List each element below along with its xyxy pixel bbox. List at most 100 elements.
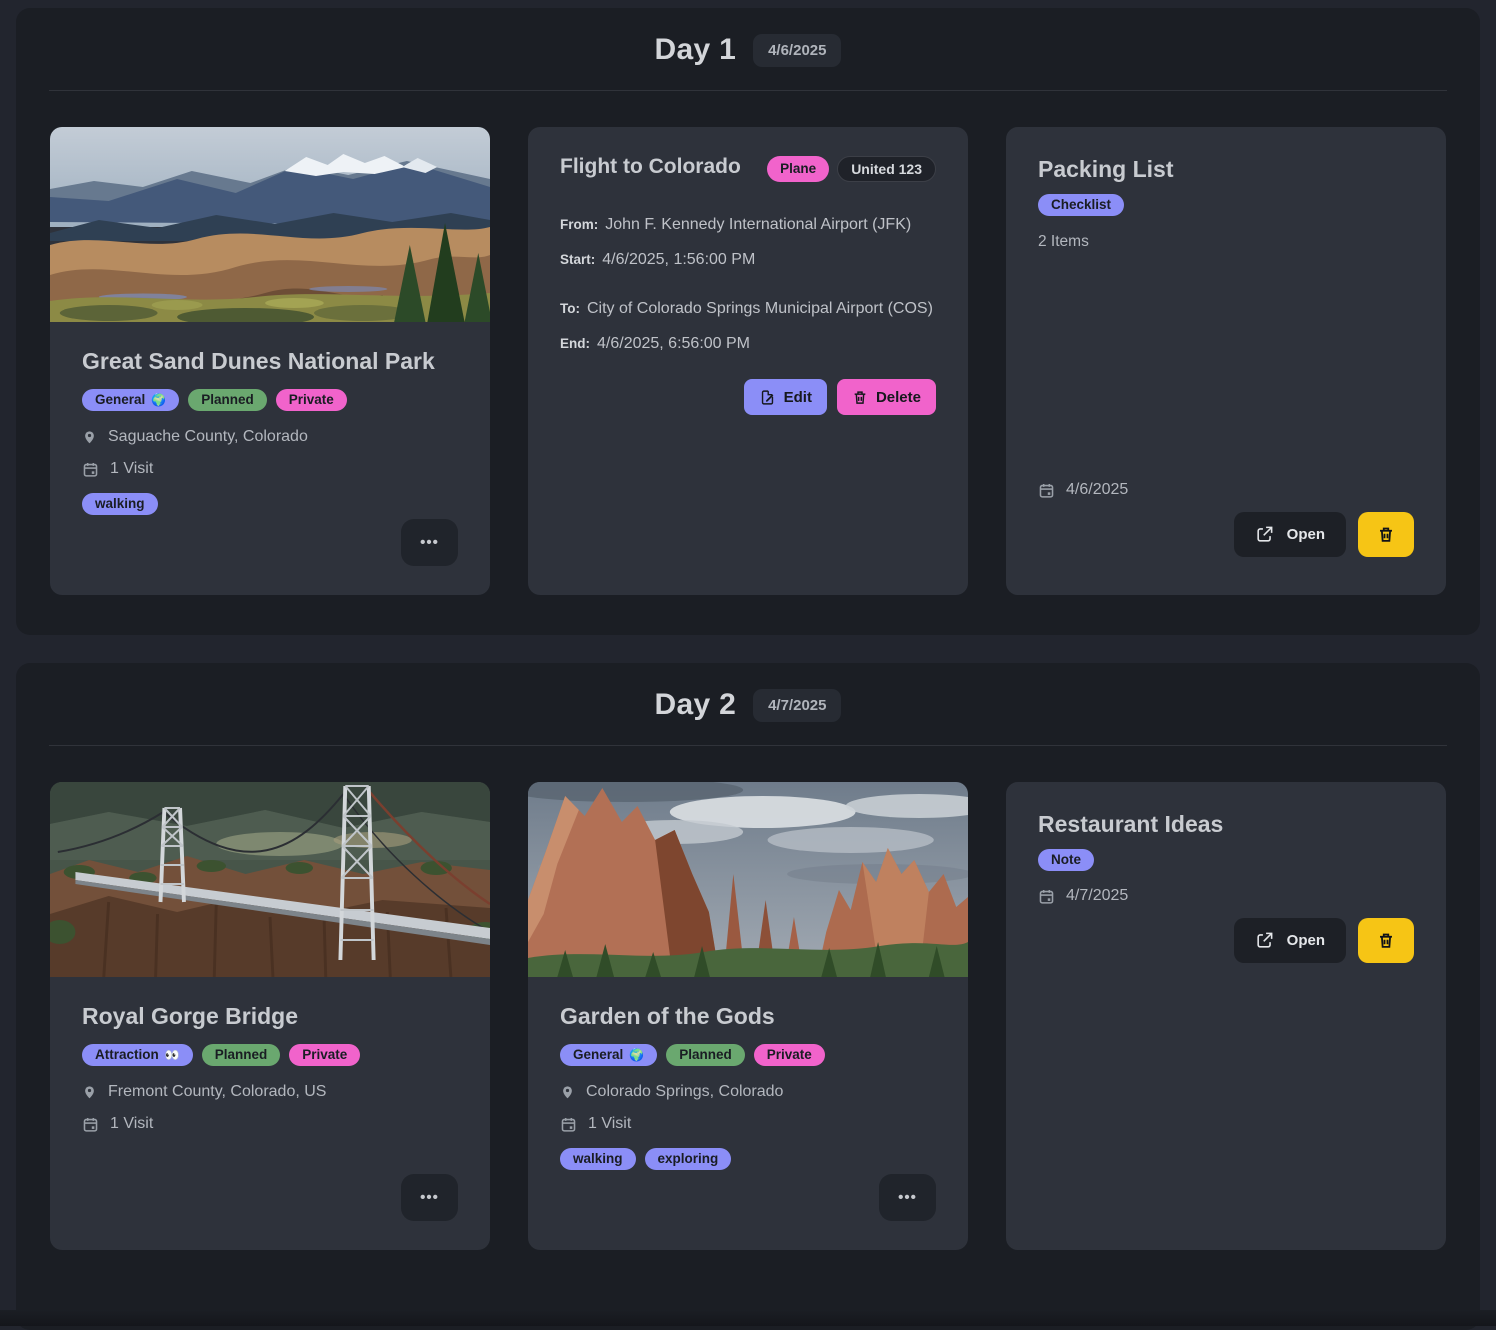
flight-card-body: Flight to Colorado Plane United 123 From… [528,127,968,415]
category-label: Attraction [95,1047,159,1062]
delete-checklist-button[interactable] [1358,512,1414,557]
activity-tag: walking [560,1148,636,1170]
place-card-body: Garden of the Gods General 🌍 Planned Priv… [528,977,968,1170]
document-edit-icon [759,389,776,406]
flight-start-row: Start: 4/6/2025, 1:56:00 PM [560,251,936,269]
note-actions: Open [1038,918,1414,963]
privacy-tag: Private [754,1044,825,1066]
status-tag: Planned [188,389,267,411]
day-title: Day 2 [655,688,737,722]
from-value: John F. Kennedy International Airport (J… [605,216,911,233]
delete-label: Delete [876,389,921,406]
day-date-badge: 4/6/2025 [753,34,841,67]
category-label: General [573,1047,623,1062]
location-text: Fremont County, Colorado, US [108,1083,326,1101]
edit-button[interactable]: Edit [744,379,827,415]
location-text: Saguache County, Colorado [108,428,308,446]
calendar-icon [1038,482,1055,499]
place-photo-royal-gorge [50,782,490,977]
visits-text: 1 Visit [588,1115,631,1133]
location-pin-icon [82,1083,97,1101]
location-row: Saguache County, Colorado [82,428,458,446]
calendar-icon [1038,888,1055,905]
status-tag: Planned [666,1044,745,1066]
flight-number-badge: United 123 [837,156,936,182]
flight-title: Flight to Colorado [560,155,741,179]
flight-badges: Plane United 123 [767,156,936,182]
card-menu-button[interactable]: ••• [401,1174,458,1221]
note-date-row: 4/7/2025 [1038,887,1414,905]
place-photo-sand-dunes [50,127,490,322]
checklist-date-row: 4/6/2025 [1038,481,1414,499]
place-title: Garden of the Gods [560,1003,936,1030]
place-card-great-sand-dunes[interactable]: Great Sand Dunes National Park General🌍 … [50,127,490,595]
visits-row: 1 Visit [82,1115,458,1133]
bottom-edge-shade [0,1310,1496,1326]
place-photo-garden-of-the-gods [528,782,968,977]
open-button[interactable]: Open [1234,918,1346,963]
note-title: Restaurant Ideas [1038,811,1414,838]
activity-tag: walking [82,493,158,515]
category-label: General [95,392,145,407]
end-label: End: [560,336,590,351]
calendar-icon [82,1116,99,1133]
location-pin-icon [560,1083,575,1101]
place-title: Royal Gorge Bridge [82,1003,458,1030]
delete-button[interactable]: Delete [837,379,936,415]
start-label: Start: [560,252,595,267]
spacer [1038,251,1414,467]
day-date-badge: 4/7/2025 [753,689,841,722]
external-link-icon [1255,931,1274,950]
from-label: From: [560,217,598,232]
ellipsis-icon: ••• [420,1189,439,1206]
location-pin-icon [82,428,97,446]
day-1-section: Day 1 4/6/2025 [16,8,1480,635]
checklist-actions: Open [1038,512,1414,557]
day-title: Day 1 [655,33,737,67]
activity-tags: walking exploring [560,1148,936,1170]
location-row: Fremont County, Colorado, US [82,1083,458,1101]
flight-card: Flight to Colorado Plane United 123 From… [528,127,968,595]
visits-text: 1 Visit [110,1115,153,1133]
category-tag: General 🌍 [82,389,179,411]
note-card-restaurant-ideas: Restaurant Ideas Note 4/7/2025 Open [1006,782,1446,1250]
card-menu-button[interactable]: ••• [401,519,458,566]
place-card-body: Royal Gorge Bridge Attraction👀 Planned P… [50,977,490,1133]
card-menu-button[interactable]: ••• [879,1174,936,1221]
place-card-body: Great Sand Dunes National Park General🌍 … [50,322,490,515]
globe-icon: 🌍 [151,393,166,407]
checklist-type-tag: Checklist [1038,194,1124,216]
checklist-card-packing-list: Packing List Checklist 2 Items 4/6/2025 … [1006,127,1446,595]
eyes-icon: 👀 [165,1048,180,1062]
location-row: Colorado Springs, Colorado [560,1083,936,1101]
transport-type-tag: Plane [767,156,829,182]
calendar-icon [82,461,99,478]
place-card-garden-of-the-gods[interactable]: Garden of the Gods General 🌍 Planned Priv… [528,782,968,1250]
place-tags: General 🌍 Planned Private [560,1044,936,1066]
flight-actions: Edit Delete [560,379,936,415]
privacy-tag: Private [289,1044,360,1066]
open-button[interactable]: Open [1234,512,1346,557]
activity-tags: walking [82,493,458,515]
day-2-header: Day 2 4/7/2025 [49,663,1447,746]
checklist-title: Packing List [1038,156,1414,183]
note-type-tag: Note [1038,849,1094,871]
place-tags: Attraction👀 Planned Private [82,1044,458,1066]
calendar-icon [560,1116,577,1133]
edit-label: Edit [784,389,812,406]
note-date: 4/7/2025 [1066,887,1128,905]
end-value: 4/6/2025, 6:56:00 PM [597,335,750,352]
flight-end-row: End: 4/6/2025, 6:56:00 PM [560,335,936,353]
day-1-cards-row: Great Sand Dunes National Park General🌍 … [16,91,1480,595]
category-tag: General 🌍 [560,1044,657,1066]
trash-icon [1377,931,1395,950]
checklist-date: 4/6/2025 [1066,481,1128,499]
place-title: Great Sand Dunes National Park [82,348,458,375]
trash-icon [852,389,868,406]
globe-icon: 🌍 [629,1048,644,1062]
place-card-royal-gorge-bridge[interactable]: Royal Gorge Bridge Attraction👀 Planned P… [50,782,490,1250]
flight-header: Flight to Colorado Plane United 123 [560,155,936,182]
day-2-section: Day 2 4/7/2025 [16,663,1480,1330]
delete-note-button[interactable] [1358,918,1414,963]
start-value: 4/6/2025, 1:56:00 PM [602,251,755,268]
